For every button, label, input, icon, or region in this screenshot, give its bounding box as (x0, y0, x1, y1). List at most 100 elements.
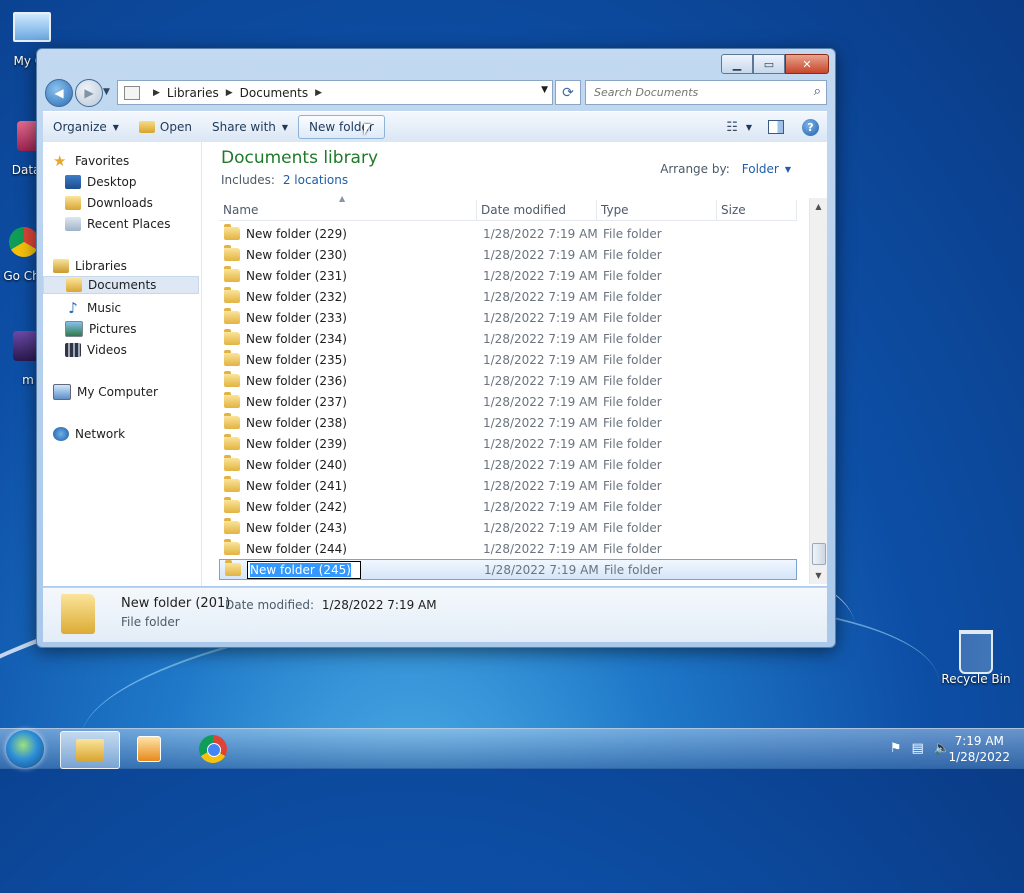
file-row[interactable]: New folder (236) 1/28/2022 7:19 AM File fo… (219, 370, 795, 391)
close-button[interactable]: ✕ (785, 54, 829, 74)
sidebar-item-libraries[interactable]: Libraries (53, 256, 209, 276)
explorer-body: ★ Favorites Desktop Downloads Recent Pla… (43, 142, 827, 586)
search-icon[interactable]: ⌕ (814, 84, 821, 99)
column-header-size[interactable]: Size (717, 200, 797, 220)
address-bar[interactable]: ▶ Libraries ▶ Documents ▶ ▼ (117, 80, 553, 105)
taskbar-media-player-button[interactable] (120, 731, 178, 767)
desktop-icon-recycle-bin[interactable]: Recycle Bin (940, 630, 1012, 686)
sidebar-item-favorites[interactable]: ★ Favorites (53, 151, 209, 171)
breadcrumb-documents[interactable]: Documents (240, 86, 308, 100)
address-folder-icon (124, 85, 140, 100)
share-with-button[interactable]: Share with ▼ (202, 116, 298, 138)
arrange-by-dropdown[interactable]: Folder (742, 162, 779, 176)
network-icon (53, 427, 69, 441)
minimize-button[interactable]: ▁ (721, 54, 753, 74)
minimize-icon: ▁ (732, 57, 742, 71)
file-list: New folder (229) 1/28/2022 7:19 AM File fo… (219, 223, 797, 583)
file-row[interactable]: New folder (235) 1/28/2022 7:19 AM File fo… (219, 349, 795, 370)
maximize-button[interactable]: ▭ (753, 54, 785, 74)
sidebar-item-label: My Computer (77, 385, 158, 399)
sidebar-item-label: Network (75, 427, 126, 441)
file-row[interactable]: New folder (231) 1/28/2022 7:19 AM File fo… (219, 265, 795, 286)
forward-arrow-icon: ▶ (84, 86, 94, 100)
file-row[interactable]: New folder (232) 1/28/2022 7:19 AM File fo… (219, 286, 795, 307)
sidebar-item-documents[interactable]: Documents (43, 276, 199, 294)
taskbar-chrome-button[interactable] (184, 731, 242, 767)
details-modified-value: 1/28/2022 7:19 AM (321, 598, 437, 612)
library-includes: Includes: 2 locations (221, 173, 348, 187)
rename-input[interactable] (247, 560, 361, 579)
sidebar-item-pictures[interactable]: Pictures (65, 319, 221, 339)
details-pane: New folder (201) Date modified: 1/28/202… (43, 587, 827, 642)
refresh-button[interactable]: ⟳ (555, 80, 581, 105)
desktop-icon-label: Recycle Bin (941, 672, 1011, 686)
chevron-down-icon: ▼ (112, 122, 119, 132)
organize-button[interactable]: Organize ▼ (43, 116, 129, 138)
file-date-modified: 1/28/2022 7:19 AM (483, 268, 598, 283)
sidebar-item-videos[interactable]: Videos (65, 340, 221, 360)
start-button[interactable] (6, 730, 44, 768)
file-type: File folder (603, 478, 662, 493)
sidebar-item-downloads[interactable]: Downloads (65, 193, 221, 213)
back-arrow-icon: ◀ (54, 86, 64, 100)
scroll-down-icon[interactable]: ▼ (810, 567, 827, 584)
sidebar-item-recent-places[interactable]: Recent Places (65, 214, 221, 234)
open-button[interactable]: Open (129, 116, 202, 138)
breadcrumb-libraries[interactable]: Libraries (167, 86, 219, 100)
sidebar-item-music[interactable]: ♪ Music (65, 298, 221, 318)
breadcrumb-chevron-icon[interactable]: ▶ (226, 88, 233, 98)
file-row[interactable]: New folder (240) 1/28/2022 7:19 AM File fo… (219, 454, 795, 475)
action-center-flag-icon[interactable]: ⚑ (890, 741, 902, 756)
file-row[interactable]: New folder (234) 1/28/2022 7:19 AM File fo… (219, 328, 795, 349)
scroll-up-icon[interactable]: ▲ (810, 198, 827, 215)
taskbar-clock[interactable]: 7:19 AM 1/28/2022 (948, 733, 1010, 765)
file-date-modified: 1/28/2022 7:19 AM (483, 478, 598, 493)
sidebar-item-desktop[interactable]: Desktop (65, 172, 221, 192)
sidebar-item-network[interactable]: Network (53, 424, 209, 444)
file-row[interactable]: New folder (244) 1/28/2022 7:19 AM File fo… (219, 538, 795, 559)
file-date-modified: 1/28/2022 7:19 AM (483, 541, 598, 556)
search-input[interactable] (586, 81, 796, 104)
forward-button[interactable]: ▶ (75, 79, 103, 107)
address-dropdown-icon[interactable]: ▼ (541, 85, 548, 95)
breadcrumb-chevron-icon[interactable]: ▶ (153, 88, 160, 98)
file-name (247, 560, 485, 579)
search-box[interactable]: ⌕ (585, 80, 827, 105)
vertical-scrollbar[interactable]: ▲ ▼ (809, 198, 827, 584)
file-row[interactable]: New folder (239) 1/28/2022 7:19 AM File fo… (219, 433, 795, 454)
library-title: Documents library (221, 148, 379, 168)
file-row[interactable]: New folder (233) 1/28/2022 7:19 AM File fo… (219, 307, 795, 328)
taskbar-explorer-button[interactable] (60, 731, 120, 769)
file-type: File folder (603, 268, 662, 283)
folder-icon (224, 539, 240, 555)
file-type: File folder (604, 562, 663, 577)
file-row[interactable]: New folder (242) 1/28/2022 7:19 AM File fo… (219, 496, 795, 517)
file-row[interactable]: New folder (238) 1/28/2022 7:19 AM File fo… (219, 412, 795, 433)
scrollbar-thumb[interactable] (812, 543, 826, 565)
breadcrumb-chevron-icon[interactable]: ▶ (315, 88, 322, 98)
column-header-date-modified[interactable]: Date modified (477, 200, 597, 220)
recent-pages-dropdown[interactable]: ▼ (103, 87, 110, 97)
sidebar-item-my-computer[interactable]: My Computer (53, 382, 209, 402)
chevron-down-icon[interactable]: ▼ (746, 123, 752, 132)
help-icon[interactable]: ? (802, 118, 819, 136)
column-header-type[interactable]: Type (597, 200, 717, 220)
preview-pane-icon[interactable] (768, 120, 784, 134)
file-row-renaming[interactable]: 1/28/2022 7:19 AM File folder (219, 559, 797, 580)
back-button[interactable]: ◀ (45, 79, 73, 107)
file-row[interactable]: New folder (230) 1/28/2022 7:19 AM File fo… (219, 244, 795, 265)
column-header-name[interactable]: Name (219, 200, 477, 220)
locations-link[interactable]: 2 locations (283, 173, 348, 187)
file-row[interactable]: New folder (229) 1/28/2022 7:19 AM File fo… (219, 223, 795, 244)
file-row[interactable]: New folder (243) 1/28/2022 7:19 AM File fo… (219, 517, 795, 538)
command-bar-right: ☷ ▼ ? (726, 118, 827, 136)
file-row[interactable]: New folder (241) 1/28/2022 7:19 AM File fo… (219, 475, 795, 496)
view-options-icon[interactable]: ☷ (726, 120, 738, 135)
explorer-window[interactable]: ▁ ▭ ✕ ◀ ▶ ▼ ▶ Libraries ▶ Documents ▶ ▼ … (36, 48, 836, 648)
file-row[interactable]: New folder (237) 1/28/2022 7:19 AM File fo… (219, 391, 795, 412)
chevron-down-icon[interactable]: ▼ (785, 165, 791, 174)
window-controls: ▁ ▭ ✕ (721, 54, 829, 74)
file-name: New folder (232) (246, 289, 347, 304)
new-folder-button[interactable]: New folder (298, 115, 385, 139)
network-status-icon[interactable]: ▤ (912, 741, 924, 756)
